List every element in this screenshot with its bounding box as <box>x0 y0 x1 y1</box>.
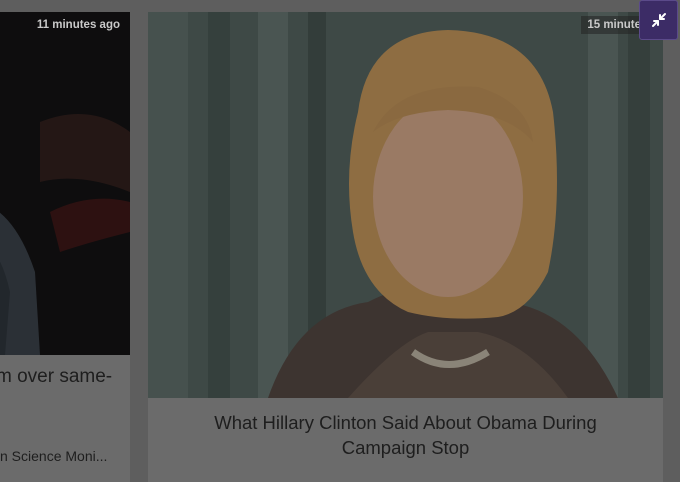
headline-left[interactable]: m over same- <box>0 364 130 390</box>
collapse-button[interactable] <box>639 0 678 40</box>
headline-right[interactable]: What Hillary Clinton Said About Obama Du… <box>178 410 633 460</box>
news-photo-left[interactable]: 11 minutes ago <box>0 12 130 355</box>
collapse-arrows-icon <box>651 13 666 27</box>
source-left: n Science Moni... <box>0 448 108 464</box>
news-card-left[interactable]: 11 minutes ago m over same- n Science Mo… <box>0 12 130 482</box>
news-card-right[interactable]: 15 minutes a What Hillary Clinton Said A… <box>148 12 663 482</box>
news-photo-right-image <box>148 12 663 398</box>
timestamp-left: 11 minutes ago <box>36 19 120 31</box>
news-photo-left-image <box>0 12 130 355</box>
news-photo-right[interactable]: 15 minutes a <box>148 12 663 398</box>
